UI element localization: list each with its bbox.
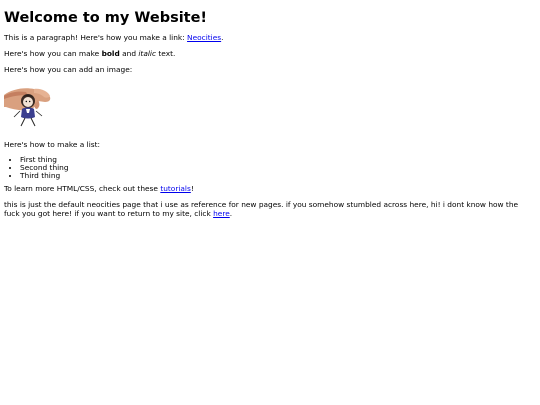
intro-paragraph: This is a paragraph! Here's how you make…	[4, 33, 536, 42]
list-item: First thing	[20, 156, 536, 164]
italic-word: italic	[138, 49, 157, 58]
note-text: this is just the default neocities page …	[4, 200, 519, 218]
hand-holding-figure-image	[4, 87, 52, 127]
bold-word: bold	[101, 49, 120, 58]
learn-prefix: To learn more HTML/CSS, check out these	[4, 184, 161, 193]
note-paragraph: this is just the default neocities page …	[4, 200, 534, 218]
page-title: Welcome to my Website!	[4, 10, 208, 26]
intro-text: This is a paragraph! Here's how you make…	[4, 33, 188, 42]
tutorials-link[interactable]: tutorials	[160, 184, 191, 193]
list-paragraph: Here's how to make a list:	[4, 140, 100, 149]
tutorials-paragraph: To learn more HTML/CSS, check out these …	[4, 184, 536, 193]
bold-prefix: Here's how you can make	[4, 49, 102, 58]
list-item: Third thing	[20, 172, 536, 180]
formatting-paragraph: Here's how you can make bold and italic …	[4, 49, 536, 58]
learn-suffix: !	[190, 184, 194, 193]
image-paragraph: Here's how you can add an image:	[4, 65, 133, 74]
bold-middle: and	[119, 49, 139, 58]
return-home-link[interactable]: here	[213, 209, 230, 218]
intro-end: .	[221, 33, 224, 42]
list-item: Second thing	[20, 164, 536, 172]
bold-suffix: text.	[156, 49, 176, 58]
note-end: .	[229, 209, 233, 218]
neocities-link[interactable]: Neocities	[187, 33, 221, 42]
thing-list: First thing Second thing Third thing	[4, 156, 536, 180]
hand-holding-figure-icon	[4, 88, 51, 127]
page-content: Welcome to my Website! This is a paragra…	[0, 0, 540, 218]
